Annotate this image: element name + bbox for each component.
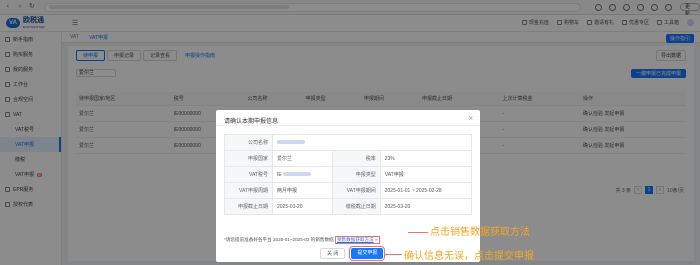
confirm-filing-dialog: 请确认本期申报信息 × 公司名称 申报国家 爱尔兰 税率 23% VAT税号 I… [216, 110, 480, 262]
label-payment-deadline: 缴税截止日期 [331, 198, 381, 215]
close-button[interactable]: 关 闭 [320, 248, 346, 259]
value-filing-deadline: 2025-03-20 [272, 198, 333, 215]
label-filing-cycle: VAT申报周期 [224, 182, 273, 199]
redacted-value [283, 172, 312, 177]
value-filing-period: 2025-01-01 ~ 2025-02-28 [379, 182, 473, 199]
value-vat-number: IE [272, 166, 333, 183]
sales-data-link-box: 销售数据获取方法 » [334, 236, 380, 244]
label-country: 申报国家 [224, 150, 273, 167]
dialog-title: 请确认本期申报信息 [224, 119, 279, 125]
label-filing-type: 申报类型 [331, 166, 381, 183]
label-vat-number: VAT税号 [224, 166, 273, 183]
annotation-top: 点击销售数据获取方法 [430, 227, 530, 238]
value-tax-rate: 23% [379, 150, 473, 167]
value-country: 爱尔兰 [272, 150, 333, 167]
redacted-value [277, 140, 305, 145]
info-row-period: VAT申报周期 两月申报 VAT申报期间 2025-01-01 ~ 2025-0… [224, 182, 473, 199]
info-row-country: 申报国家 爱尔兰 税率 23% [224, 150, 473, 167]
sales-data-note: *请您提前准备好各平台 2025-01~2025-02 的销售数据 销售数据获取… [224, 236, 380, 244]
submit-filing-button[interactable]: 提交申报 [349, 246, 386, 261]
annotation-arrow-top [408, 232, 428, 233]
value-payment-deadline: 2025-03-20 [379, 198, 473, 215]
dialog-divider [216, 125, 480, 126]
info-row-deadline: 申报截止日期 2025-03-20 缴税截止日期 2025-03-20 [224, 198, 473, 215]
annotation-bottom: 确认信息无误，点击提交申报 [404, 251, 534, 262]
value-filing-cycle: 两月申报 [272, 182, 333, 199]
close-icon[interactable]: × [468, 114, 473, 123]
info-row-vat: VAT税号 IE 申报类型 VAT申报 [224, 166, 473, 183]
label-filing-deadline: 申报截止日期 [224, 198, 273, 215]
label-filing-period: VAT申报期间 [331, 182, 381, 199]
label-company-name: 公司名称 [224, 134, 273, 151]
info-row-company: 公司名称 [224, 134, 472, 151]
annotation-arrow-bottom [384, 254, 402, 255]
filing-info-table: 公司名称 申报国家 爱尔兰 税率 23% VAT税号 IE 申报类型 VAT申报… [224, 134, 473, 215]
label-tax-rate: 税率 [331, 150, 381, 167]
value-filing-type: VAT申报 [379, 166, 473, 183]
value-company-name [272, 134, 472, 151]
sales-data-link[interactable]: 销售数据获取方法 [337, 237, 374, 242]
